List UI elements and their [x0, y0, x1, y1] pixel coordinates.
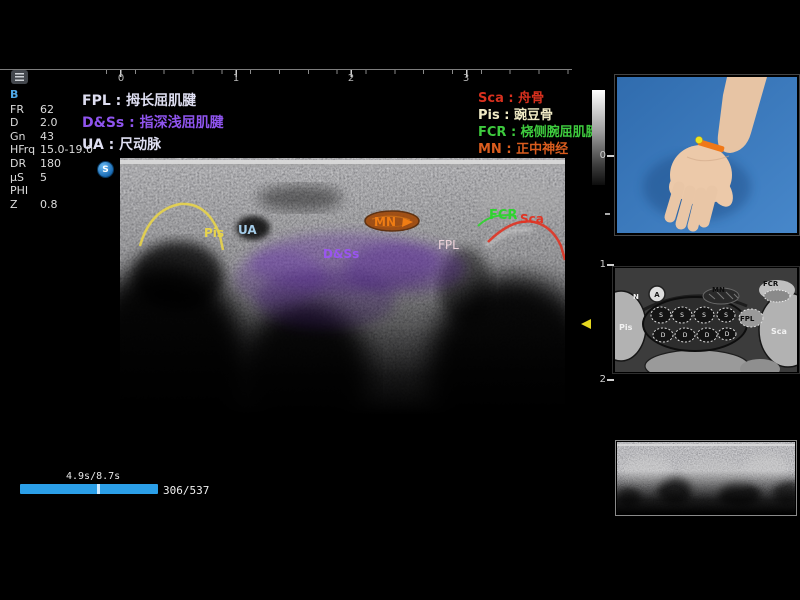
- param-value: 62: [40, 103, 54, 117]
- svg-text:D: D: [683, 332, 688, 339]
- param-row: D 2.0: [10, 116, 93, 130]
- legend-right: Sca : 舟骨 Pis : 豌豆骨 FCR : 桡侧腕屈肌腱 MN : 正中神…: [478, 90, 599, 158]
- legend-item: FCR : 桡侧腕屈肌腱: [478, 124, 599, 141]
- legend-item: Pis : 豌豆骨: [478, 107, 599, 124]
- param-row: Z 0.8: [10, 198, 93, 212]
- param-row: DR 180: [10, 157, 93, 171]
- playback-position-marker[interactable]: [97, 484, 100, 494]
- playback-scrubber[interactable]: [20, 484, 158, 494]
- us-label-sca: Sca: [520, 212, 544, 226]
- anatomy-diagram-render: S S S S D D D D N A Pis MN FCR FPL Sca: [615, 268, 797, 372]
- top-ruler-label: 2: [345, 73, 357, 84]
- param-row: FR 62: [10, 103, 93, 117]
- us-label-dss: D&Ss: [323, 247, 359, 261]
- reference-ultrasound-thumbnail[interactable]: [615, 440, 797, 516]
- param-value: 2.0: [40, 116, 58, 130]
- menu-lines-icon: [15, 73, 24, 81]
- svg-text:D: D: [725, 331, 730, 338]
- param-label: Gn: [10, 130, 40, 144]
- diagram-label-mn: MN: [712, 286, 725, 294]
- param-value: 43: [40, 130, 54, 144]
- probe-position-photo[interactable]: [614, 74, 800, 236]
- depth-ruler-tick: [607, 379, 614, 381]
- us-label-pis: Pis: [204, 226, 224, 240]
- playback-time: 4.9s/8.7s: [66, 471, 120, 482]
- param-label: μS: [10, 171, 40, 185]
- us-label-mn: MN: [374, 215, 396, 229]
- grayscale-bar: [592, 90, 605, 185]
- top-ruler-label: 3: [460, 73, 472, 84]
- hand-photo-render: [617, 77, 797, 233]
- svg-text:S: S: [659, 312, 663, 319]
- legend-item: MN : 正中神经: [478, 141, 599, 158]
- us-label-fcr: FCR: [489, 208, 517, 223]
- ultrasound-render: Pis UA D&Ss MN FPL FCR Sca: [120, 158, 565, 460]
- svg-text:D: D: [661, 332, 666, 339]
- diagram-label-fpl: FPL: [740, 315, 755, 323]
- diagram-label-n: N: [633, 293, 639, 301]
- param-label: PHI: [10, 184, 40, 198]
- svg-text:S: S: [702, 312, 706, 319]
- param-label: Z: [10, 198, 40, 212]
- param-row: PHI: [10, 184, 93, 198]
- legend-item: FPL : 拇长屈肌腱: [82, 90, 224, 112]
- diagram-label-pis: Pis: [619, 323, 633, 332]
- param-row: Gn 43: [10, 130, 93, 144]
- param-label: D: [10, 116, 40, 130]
- top-ruler-label: 1: [230, 73, 242, 84]
- probe-orientation-marker: S: [97, 161, 114, 178]
- depth-ruler-tick: [607, 155, 614, 157]
- ultrasound-screen: 0 1 2 3 B FR 62 D 2.0 Gn 43 HFrq 15.0-19…: [0, 0, 800, 600]
- parameter-panel: B FR 62 D 2.0 Gn 43 HFrq 15.0-19.0 DR 18…: [10, 88, 93, 211]
- svg-text:S: S: [680, 312, 684, 319]
- depth-ruler-label: 1: [594, 259, 606, 270]
- param-value: 5: [40, 171, 47, 185]
- depth-ruler-label: 0: [594, 150, 606, 161]
- playback-frame-counter: 306/537: [163, 484, 209, 497]
- diagram-label-sca: Sca: [771, 327, 787, 336]
- probe-band-dot: [696, 137, 703, 144]
- diagram-label-a: A: [654, 291, 660, 299]
- mode-indicator: B: [10, 88, 93, 102]
- param-label: FR: [10, 103, 40, 117]
- focus-position-marker[interactable]: [581, 319, 591, 329]
- diagram-label-fcr: FCR: [763, 280, 779, 288]
- top-ruler-ticks: [104, 70, 574, 78]
- anatomy-diagram[interactable]: S S S S D D D D N A Pis MN FCR FPL Sca: [612, 266, 800, 374]
- param-value: 0.8: [40, 198, 58, 212]
- legend-left: FPL : 拇长屈肌腱 D&Ss : 指深浅屈肌腱 UA : 尺动脉: [82, 90, 224, 156]
- diagram-fcr-tendon: [764, 290, 790, 302]
- us-label-ua: UA: [238, 223, 257, 237]
- param-row: μS 5: [10, 171, 93, 185]
- param-label: HFrq: [10, 143, 40, 157]
- legend-item: D&Ss : 指深浅屈肌腱: [82, 112, 224, 134]
- svg-text:S: S: [724, 312, 728, 319]
- ultrasound-image[interactable]: Pis UA D&Ss MN FPL FCR Sca: [120, 158, 565, 460]
- param-label: DR: [10, 157, 40, 171]
- param-row: HFrq 15.0-19.0: [10, 143, 93, 157]
- us-label-fpl: FPL: [438, 238, 459, 252]
- depth-ruler-tick: [605, 213, 610, 215]
- svg-text:D: D: [705, 332, 710, 339]
- top-ruler-label: 0: [115, 73, 127, 84]
- legend-item: Sca : 舟骨: [478, 90, 599, 107]
- depth-ruler-label: 2: [594, 374, 606, 385]
- thumbnail-fade: [617, 442, 795, 514]
- menu-icon[interactable]: [11, 70, 28, 84]
- diagram-carpal-tunnel: [643, 297, 747, 351]
- legend-item: UA : 尺动脉: [82, 134, 224, 156]
- thumbnail-render: [617, 442, 795, 514]
- param-value: 180: [40, 157, 61, 171]
